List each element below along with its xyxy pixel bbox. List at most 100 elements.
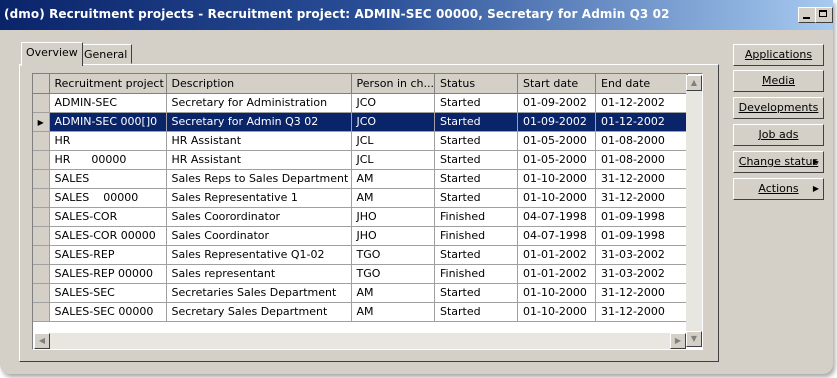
cell-person[interactable]: JHO xyxy=(351,207,435,227)
column-header-person[interactable]: Person in ch... xyxy=(351,74,435,94)
row-selector[interactable] xyxy=(33,131,50,151)
row-selector[interactable]: ▶ xyxy=(33,112,50,132)
table-row[interactable]: ▶ ADMIN-SEC 000[]0 Secretary for Admin Q3 … xyxy=(33,112,688,132)
cell-start-date[interactable]: 04-07-1998 xyxy=(517,207,596,227)
cell-project[interactable]: HR xyxy=(49,131,167,151)
cell-status[interactable]: Started xyxy=(434,283,518,303)
cell-end-date[interactable]: 01-08-2000 xyxy=(595,131,688,151)
column-header-status[interactable]: Status xyxy=(434,74,518,94)
cell-description[interactable]: HR Assistant xyxy=(166,131,352,151)
cell-description[interactable]: Sales representant xyxy=(166,264,352,284)
title-bar[interactable]: (dmo) Recruitment projects - Recruitment… xyxy=(0,0,833,30)
cell-project[interactable]: ADMIN-SEC xyxy=(49,93,167,113)
table-row[interactable]: SALES 00000 Sales Representative 1 AM Start… xyxy=(33,188,688,208)
cell-person[interactable]: JCL xyxy=(351,131,435,151)
cell-person[interactable]: TGO xyxy=(351,264,435,284)
table-row[interactable]: HR 00000 HR Assistant JCL Started 01-05-2000… xyxy=(33,150,688,170)
cell-status[interactable]: Finished xyxy=(434,226,518,246)
cell-person[interactable]: JCO xyxy=(351,93,435,113)
cell-status[interactable]: Started xyxy=(434,245,518,265)
scroll-up-button[interactable]: ▲ xyxy=(686,75,702,91)
cell-start-date[interactable]: 01-09-2002 xyxy=(517,112,596,132)
table-row[interactable]: SALES-REP Sales Representative Q1-02 TGO St… xyxy=(33,245,688,265)
cell-person[interactable]: AM xyxy=(351,302,435,322)
maximize-button[interactable] xyxy=(815,7,833,23)
cell-status[interactable]: Finished xyxy=(434,207,518,227)
row-selector[interactable] xyxy=(33,169,50,189)
table-row[interactable]: SALES-SEC Secretaries Sales Department AM S… xyxy=(33,283,688,303)
side-button-actions[interactable]: Actions ▶ xyxy=(733,178,824,200)
cell-description[interactable]: Secretary Sales Department xyxy=(166,302,352,322)
cell-status[interactable]: Finished xyxy=(434,264,518,284)
row-selector[interactable] xyxy=(33,188,50,208)
cell-end-date[interactable]: 31-12-2000 xyxy=(595,283,688,303)
minimize-button[interactable] xyxy=(798,7,816,23)
cell-start-date[interactable]: 01-01-2002 xyxy=(517,245,596,265)
cell-description[interactable]: Sales Representative Q1-02 xyxy=(166,245,352,265)
cell-project[interactable]: SALES-SEC xyxy=(49,283,167,303)
cell-status[interactable]: Started xyxy=(434,302,518,322)
cell-person[interactable]: AM xyxy=(351,283,435,303)
cell-start-date[interactable]: 01-10-2000 xyxy=(517,283,596,303)
cell-project[interactable]: SALES 00000 xyxy=(49,188,167,208)
cell-person[interactable]: AM xyxy=(351,188,435,208)
side-button-media[interactable]: Media xyxy=(733,70,824,92)
cell-status[interactable]: Started xyxy=(434,169,518,189)
cell-start-date[interactable]: 01-09-2002 xyxy=(517,93,596,113)
cell-start-date[interactable]: 01-10-2000 xyxy=(517,302,596,322)
cell-start-date[interactable]: 04-07-1998 xyxy=(517,226,596,246)
row-selector[interactable] xyxy=(33,207,50,227)
cell-person[interactable]: JCO xyxy=(351,112,435,132)
column-header-start-date[interactable]: Start date xyxy=(517,74,596,94)
row-selector[interactable] xyxy=(33,264,50,284)
cell-project[interactable]: SALES-REP xyxy=(49,245,167,265)
cell-description[interactable]: Sales Representative 1 xyxy=(166,188,352,208)
cell-status[interactable]: Started xyxy=(434,93,518,113)
cell-start-date[interactable]: 01-05-2000 xyxy=(517,150,596,170)
cell-end-date[interactable]: 31-03-2002 xyxy=(595,245,688,265)
cell-description[interactable]: Secretary for Admin Q3 02 xyxy=(166,112,352,132)
cell-status[interactable]: Started xyxy=(434,150,518,170)
horizontal-scrollbar[interactable]: ◀ ▶ xyxy=(34,333,686,349)
cell-end-date[interactable]: 01-09-1998 xyxy=(595,226,688,246)
cell-end-date[interactable]: 01-12-2002 xyxy=(595,93,688,113)
cell-end-date[interactable]: 31-12-2000 xyxy=(595,302,688,322)
row-selector[interactable] xyxy=(33,302,50,322)
cell-status[interactable]: Started xyxy=(434,131,518,151)
cell-description[interactable]: Secretaries Sales Department xyxy=(166,283,352,303)
row-selector[interactable] xyxy=(33,93,50,113)
cell-start-date[interactable]: 01-01-2002 xyxy=(517,264,596,284)
cell-project[interactable]: ADMIN-SEC 000[]0 xyxy=(49,112,167,132)
cell-status[interactable]: Started xyxy=(434,112,518,132)
cell-project[interactable]: SALES-REP 00000 xyxy=(49,264,167,284)
table-row[interactable]: SALES-SEC 00000 Secretary Sales Departmen… xyxy=(33,302,688,322)
scroll-left-button[interactable]: ◀ xyxy=(34,333,50,349)
cell-project[interactable]: SALES-SEC 00000 xyxy=(49,302,167,322)
cell-person[interactable]: AM xyxy=(351,169,435,189)
cell-project[interactable]: SALES-COR xyxy=(49,207,167,227)
table-row[interactable]: SALES Sales Reps to Sales Department AM Sta… xyxy=(33,169,688,189)
cell-start-date[interactable]: 01-10-2000 xyxy=(517,169,596,189)
cell-description[interactable]: Sales Reps to Sales Department xyxy=(166,169,352,189)
table-row[interactable]: ADMIN-SEC Secretary for Administration JCO… xyxy=(33,93,688,113)
table-row[interactable]: SALES-COR 00000 Sales Coordinator JHO Finis… xyxy=(33,226,688,246)
cell-end-date[interactable]: 31-03-2002 xyxy=(595,264,688,284)
side-button-applications[interactable]: Applications xyxy=(733,44,824,66)
scroll-down-button[interactable]: ▼ xyxy=(686,331,702,347)
table-row[interactable]: HR HR Assistant JCL Started 01-05-2000 01-08-… xyxy=(33,131,688,151)
side-button-change-status[interactable]: Change status ▶ xyxy=(733,151,824,173)
cell-project[interactable]: SALES xyxy=(49,169,167,189)
column-header-project[interactable]: Recruitment project xyxy=(49,74,167,94)
cell-project[interactable]: SALES-COR 00000 xyxy=(49,226,167,246)
cell-person[interactable]: TGO xyxy=(351,245,435,265)
cell-status[interactable]: Started xyxy=(434,188,518,208)
cell-person[interactable]: JCL xyxy=(351,150,435,170)
cell-end-date[interactable]: 01-09-1998 xyxy=(595,207,688,227)
cell-start-date[interactable]: 01-10-2000 xyxy=(517,188,596,208)
cell-start-date[interactable]: 01-05-2000 xyxy=(517,131,596,151)
cell-description[interactable]: Sales Coorordinator xyxy=(166,207,352,227)
row-selector[interactable] xyxy=(33,150,50,170)
cell-person[interactable]: JHO xyxy=(351,226,435,246)
cell-project[interactable]: HR 00000 xyxy=(49,150,167,170)
cell-description[interactable]: Sales Coordinator xyxy=(166,226,352,246)
